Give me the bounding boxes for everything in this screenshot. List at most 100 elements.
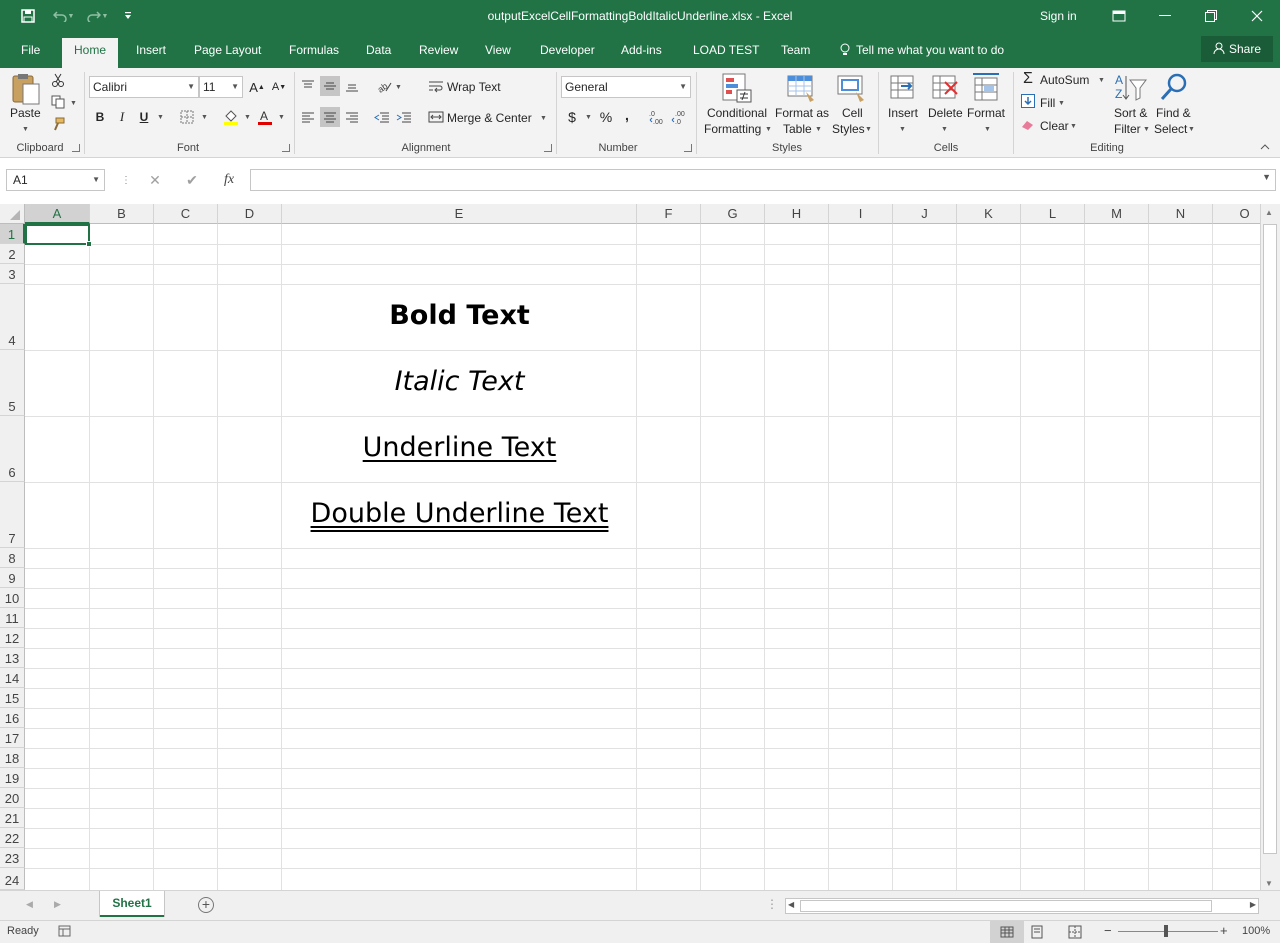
- tab-split-handle[interactable]: ⋮: [766, 897, 778, 911]
- name-box[interactable]: A1 ▼: [6, 169, 105, 191]
- page-break-view-icon[interactable]: [1068, 925, 1082, 942]
- formula-input[interactable]: ▼: [250, 169, 1276, 191]
- row-header-10[interactable]: 10: [0, 588, 25, 608]
- row-header-7[interactable]: 7: [0, 482, 25, 548]
- row-header-12[interactable]: 12: [0, 628, 25, 648]
- format-as-table-icon[interactable]: [786, 72, 818, 104]
- add-sheet-icon[interactable]: +: [198, 897, 214, 913]
- decrease-decimal-icon[interactable]: .00.0: [670, 108, 690, 126]
- cell-styles-icon[interactable]: [836, 72, 868, 104]
- zoom-in-icon[interactable]: +: [1220, 923, 1228, 938]
- wrap-text-button[interactable]: Wrap Text: [447, 80, 501, 94]
- paste-dropdown-icon[interactable]: ▼: [22, 126, 29, 133]
- column-header-j[interactable]: J: [893, 204, 957, 224]
- row-header-9[interactable]: 9: [0, 568, 25, 588]
- row-header-20[interactable]: 20: [0, 788, 25, 808]
- cell-e4[interactable]: Bold Text: [282, 300, 637, 331]
- row-header-14[interactable]: 14: [0, 668, 25, 688]
- page-layout-view-icon[interactable]: [1030, 925, 1044, 942]
- confirm-entry-icon[interactable]: ✔: [181, 169, 203, 191]
- insert-cells-label[interactable]: Insert: [888, 106, 918, 120]
- orientation-icon[interactable]: ab: [374, 76, 394, 96]
- format-cells-label[interactable]: Format: [967, 106, 1005, 120]
- cell-styles-dropdown-icon[interactable]: ▼: [865, 126, 872, 133]
- cell-e7[interactable]: Double Underline Text: [282, 498, 637, 529]
- cell-styles-label-1[interactable]: Cell: [842, 106, 863, 120]
- clear-button[interactable]: Clear: [1040, 119, 1069, 133]
- zoom-level[interactable]: 100%: [1242, 925, 1270, 937]
- column-header-f[interactable]: F: [637, 204, 701, 224]
- tab-team[interactable]: Team: [781, 38, 810, 68]
- format-painter-icon[interactable]: [48, 114, 68, 134]
- bottom-align-icon[interactable]: [342, 76, 362, 96]
- clipboard-launcher-icon[interactable]: [72, 144, 80, 152]
- row-header-4[interactable]: 4: [0, 284, 25, 350]
- scroll-right-icon[interactable]: ▶: [1250, 900, 1256, 909]
- font-color-dropdown-icon[interactable]: ▼: [278, 114, 285, 121]
- tab-insert[interactable]: Insert: [136, 38, 166, 68]
- column-header-e[interactable]: E: [282, 204, 637, 224]
- cell-e5[interactable]: Italic Text: [282, 366, 637, 397]
- column-header-i[interactable]: I: [829, 204, 893, 224]
- comma-button[interactable]: ,: [620, 106, 634, 124]
- customize-qat-icon[interactable]: [116, 4, 140, 28]
- row-header-17[interactable]: 17: [0, 728, 25, 748]
- cell-e6[interactable]: Underline Text: [282, 432, 637, 463]
- vertical-scrollbar[interactable]: ▲ ▼: [1260, 204, 1280, 890]
- column-header-a[interactable]: A: [25, 204, 90, 224]
- redo-dropdown-icon[interactable]: ▼: [98, 4, 112, 28]
- row-header-15[interactable]: 15: [0, 688, 25, 708]
- column-header-n[interactable]: N: [1149, 204, 1213, 224]
- alignment-launcher-icon[interactable]: [544, 144, 552, 152]
- align-left-icon[interactable]: [298, 107, 318, 127]
- tab-page-layout[interactable]: Page Layout: [194, 38, 261, 68]
- font-color-icon[interactable]: A: [256, 108, 274, 126]
- row-header-16[interactable]: 16: [0, 708, 25, 728]
- horizontal-scroll-thumb[interactable]: [800, 900, 1212, 912]
- tab-home[interactable]: Home: [62, 38, 119, 68]
- paste-icon[interactable]: [10, 72, 42, 105]
- font-launcher-icon[interactable]: [282, 144, 290, 152]
- merge-dropdown-icon[interactable]: ▼: [540, 115, 547, 122]
- font-size-select[interactable]: 11 ▼: [199, 76, 243, 98]
- row-header-23[interactable]: 23: [0, 848, 25, 868]
- active-cell-a1[interactable]: [25, 224, 90, 245]
- insert-function-button[interactable]: fx: [218, 169, 240, 191]
- column-header-c[interactable]: C: [154, 204, 218, 224]
- format-as-table-dropdown-icon[interactable]: ▼: [815, 126, 822, 133]
- select-all-corner[interactable]: [0, 204, 25, 224]
- sort-filter-icon[interactable]: AZ: [1114, 72, 1147, 104]
- prev-sheet-icon[interactable]: ◀: [26, 899, 33, 910]
- row-header-19[interactable]: 19: [0, 768, 25, 788]
- conditional-formatting-dropdown-icon[interactable]: ▼: [765, 126, 772, 133]
- fill-dropdown-icon[interactable]: ▼: [1058, 100, 1065, 107]
- row-header-22[interactable]: 22: [0, 828, 25, 848]
- tell-me-box[interactable]: Tell me what you want to do: [840, 38, 1004, 68]
- delete-cells-icon[interactable]: [929, 72, 961, 104]
- tab-developer[interactable]: Developer: [540, 38, 595, 68]
- tab-data[interactable]: Data: [366, 38, 391, 68]
- find-select-dropdown-icon[interactable]: ▼: [1188, 126, 1195, 133]
- scroll-left-icon[interactable]: ◀: [788, 900, 794, 909]
- close-icon[interactable]: [1234, 0, 1280, 32]
- top-align-icon[interactable]: [298, 76, 318, 96]
- fill-color-dropdown-icon[interactable]: ▼: [244, 114, 251, 121]
- row-header-11[interactable]: 11: [0, 608, 25, 628]
- row-header-2[interactable]: 2: [0, 244, 25, 264]
- underline-dropdown-icon[interactable]: ▼: [157, 114, 164, 121]
- format-cells-icon[interactable]: [971, 72, 1003, 104]
- autosum-dropdown-icon[interactable]: ▼: [1098, 77, 1105, 84]
- column-header-g[interactable]: G: [701, 204, 765, 224]
- save-icon[interactable]: [16, 4, 40, 28]
- number-format-select[interactable]: General ▼: [561, 76, 691, 98]
- find-select-icon[interactable]: [1158, 72, 1190, 104]
- paste-label[interactable]: Paste: [10, 106, 41, 120]
- increase-font-size-icon[interactable]: A ▲: [248, 78, 266, 96]
- fill-color-icon[interactable]: [222, 108, 240, 126]
- column-header-o[interactable]: O: [1213, 204, 1260, 224]
- currency-button[interactable]: $: [564, 108, 580, 126]
- middle-align-icon[interactable]: [320, 76, 340, 96]
- format-as-table-label-2[interactable]: Table: [783, 122, 812, 136]
- insert-cells-dropdown-icon[interactable]: ▼: [899, 126, 906, 133]
- italic-button[interactable]: I: [114, 108, 130, 126]
